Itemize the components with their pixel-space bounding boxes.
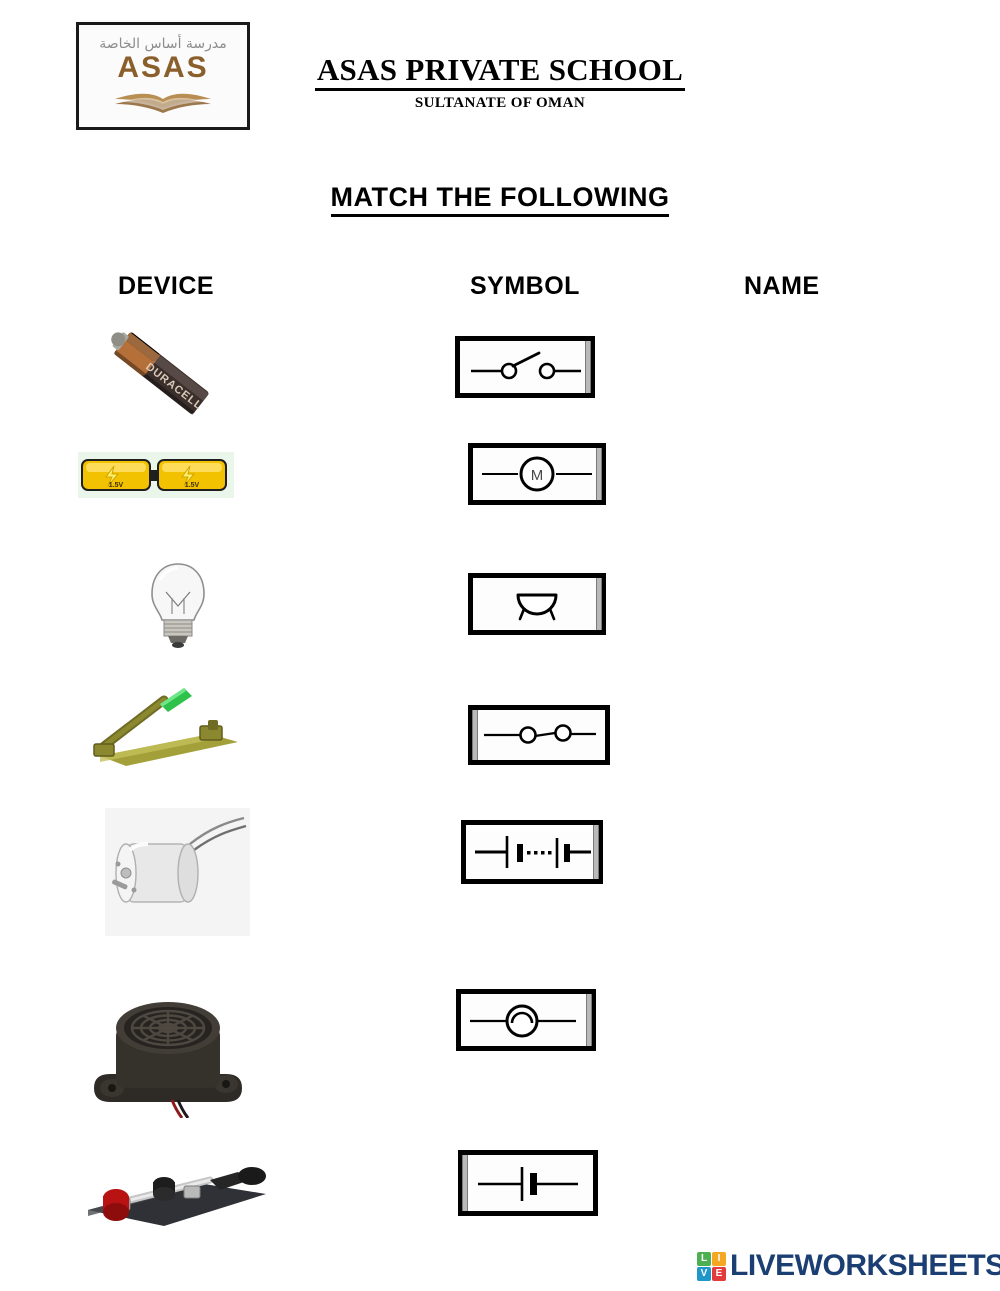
box-edge-highlight: [462, 1155, 468, 1211]
liveworksheets-logo: L I V E LIVEWORKSHEETS: [697, 1249, 1000, 1283]
cell-symbol: [478, 1167, 578, 1201]
box-edge-highlight: [593, 825, 599, 879]
column-header-name: NAME: [744, 272, 820, 300]
buzzer-symbol: [516, 593, 558, 621]
box-edge-highlight: [596, 448, 602, 500]
device-item-battery: 1.5V 1.5V: [60, 446, 290, 506]
device-item-motor: [60, 804, 290, 940]
worksheet-instruction-text: MATCH THE FOLLOWING: [330, 182, 670, 217]
symbol-box-motor: M: [468, 443, 606, 505]
logo-arabic-text: مدرسة أساس الخاصة: [99, 35, 227, 52]
tile-i: I: [712, 1251, 726, 1266]
device-item-closed-switch: [60, 1148, 290, 1240]
battery-symbol: [475, 836, 591, 868]
column-header-symbol: SYMBOL: [470, 272, 580, 300]
aa-battery-cell-photo: DURACELL: [111, 332, 209, 416]
buzzer-photo: [94, 1002, 242, 1118]
symbol-box-battery: [461, 820, 603, 884]
tile-v: V: [697, 1266, 711, 1281]
motor-symbol: M: [482, 456, 592, 492]
symbol-box-closed-switch: [468, 705, 610, 765]
closed-lab-switch-photo: [88, 1167, 266, 1226]
dc-motor-photo: [105, 808, 250, 936]
page-title: ASAS PRIVATE SCHOOL: [0, 52, 1000, 91]
device-item-lamp: [60, 558, 290, 650]
column-header-device: DEVICE: [118, 272, 215, 300]
device-item-buzzer: [60, 996, 290, 1118]
box-edge-highlight: [596, 578, 602, 630]
open-knife-switch-photo: [93, 688, 238, 766]
closed-switch-symbol: [484, 724, 596, 744]
tile-l: L: [697, 1251, 711, 1266]
svg-text:1.5V: 1.5V: [185, 482, 200, 489]
box-edge-highlight: [585, 341, 591, 393]
school-title-text: ASAS PRIVATE SCHOOL: [314, 52, 686, 91]
symbol-box-open-switch: [455, 336, 595, 398]
liveworksheets-wordmark: LIVEWORKSHEETS: [730, 1249, 1000, 1282]
symbol-box-lamp: [456, 989, 596, 1051]
device-item-open-switch: [60, 686, 290, 776]
worksheet-instruction: MATCH THE FOLLOWING: [0, 182, 1000, 217]
light-bulb-photo: [151, 563, 205, 648]
symbol-box-buzzer: [468, 573, 606, 635]
box-edge-highlight: [586, 994, 592, 1046]
liveworksheets-tiles-icon: L I V E: [697, 1251, 726, 1281]
svg-text:1.5V: 1.5V: [109, 482, 124, 489]
device-item-cell: DURACELL: [60, 322, 290, 417]
symbol-box-cell: [458, 1150, 598, 1216]
open-switch-symbol: [471, 351, 581, 380]
lamp-symbol: [470, 1004, 576, 1038]
two-cell-battery-photo: 1.5V 1.5V: [78, 452, 234, 498]
school-subtitle: SULTANATE OF OMAN: [414, 95, 586, 111]
box-edge-highlight: [472, 710, 478, 760]
tile-e: E: [712, 1266, 726, 1281]
svg-text:M: M: [531, 467, 544, 484]
